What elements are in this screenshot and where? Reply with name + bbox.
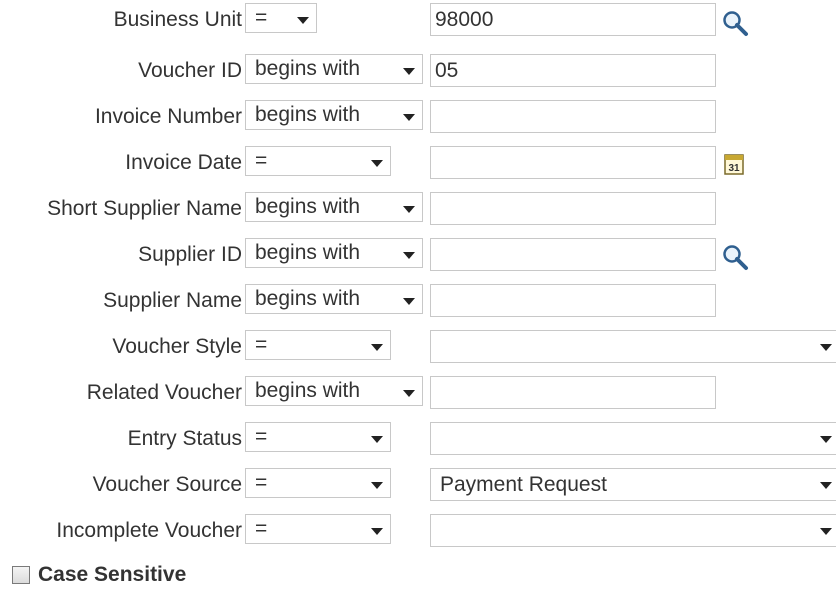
field-label: Incomplete Voucher: [56, 519, 242, 542]
supplier-id-input[interactable]: [430, 238, 716, 271]
search-row-short-supplier-name: Short Supplier Name begins with: [0, 192, 836, 226]
business-unit-input[interactable]: 98000: [430, 3, 716, 36]
operator-value: begins with: [255, 287, 361, 310]
operator-select[interactable]: =: [245, 514, 391, 544]
dropdown-arrow-icon: [820, 436, 832, 443]
invoice-number-input[interactable]: [430, 100, 716, 133]
dropdown-arrow-icon: [403, 114, 415, 121]
input-value: 98000: [435, 8, 494, 31]
search-row-supplier-name: Supplier Name begins with: [0, 284, 836, 318]
field-label: Invoice Number: [94, 105, 242, 128]
lookup-icon[interactable]: [720, 242, 750, 272]
operator-value: begins with: [255, 103, 361, 126]
operator-value: =: [255, 471, 268, 494]
select-value: Payment Request: [440, 473, 607, 496]
dropdown-arrow-icon: [371, 344, 383, 351]
dropdown-arrow-icon: [403, 68, 415, 75]
related-voucher-input[interactable]: [430, 376, 716, 409]
dropdown-arrow-icon: [371, 436, 383, 443]
dropdown-arrow-icon: [403, 252, 415, 259]
dropdown-arrow-icon: [371, 528, 383, 535]
calendar-day-text: 31: [728, 163, 740, 174]
invoice-date-input[interactable]: [430, 146, 716, 179]
search-row-incomplete-voucher: Incomplete Voucher =: [0, 514, 836, 548]
dropdown-arrow-icon: [371, 482, 383, 489]
lookup-icon[interactable]: [720, 8, 750, 38]
supplier-name-input[interactable]: [430, 284, 716, 317]
search-row-business-unit: Business Unit = 98000: [0, 3, 836, 37]
operator-value: begins with: [255, 379, 361, 402]
field-label: Voucher Style: [112, 335, 242, 358]
operator-value: =: [255, 425, 268, 448]
field-label: Related Voucher: [86, 381, 242, 404]
search-row-voucher-source: Voucher Source = Payment Request: [0, 468, 836, 502]
field-label: Supplier ID: [138, 243, 242, 266]
voucher-id-input[interactable]: 05: [430, 54, 716, 87]
dropdown-arrow-icon: [820, 482, 832, 489]
operator-value: begins with: [255, 241, 361, 264]
field-label: Business Unit: [113, 8, 242, 31]
dropdown-arrow-icon: [371, 160, 383, 167]
calendar-icon[interactable]: 31: [724, 152, 746, 176]
search-row-entry-status: Entry Status =: [0, 422, 836, 456]
input-value: 05: [435, 59, 459, 82]
search-row-invoice-date: Invoice Date = 31: [0, 146, 836, 180]
dropdown-arrow-icon: [403, 390, 415, 397]
voucher-source-select[interactable]: Payment Request: [430, 468, 836, 501]
operator-value: =: [255, 333, 268, 356]
search-row-invoice-number: Invoice Number begins with: [0, 100, 836, 134]
dropdown-arrow-icon: [820, 528, 832, 535]
operator-select[interactable]: begins with: [245, 100, 423, 130]
short-supplier-name-input[interactable]: [430, 192, 716, 225]
operator-select[interactable]: =: [245, 468, 391, 498]
search-row-voucher-id: Voucher ID begins with 05: [0, 54, 836, 88]
field-label: Voucher ID: [138, 59, 242, 82]
operator-select[interactable]: begins with: [245, 284, 423, 314]
dropdown-arrow-icon: [297, 17, 309, 24]
field-label: Voucher Source: [92, 473, 242, 496]
case-sensitive-label: Case Sensitive: [38, 563, 187, 586]
field-label: Entry Status: [127, 427, 242, 450]
operator-select[interactable]: =: [245, 330, 391, 360]
operator-value: =: [255, 517, 268, 540]
operator-select[interactable]: begins with: [245, 192, 423, 222]
dropdown-arrow-icon: [403, 206, 415, 213]
operator-select[interactable]: begins with: [245, 54, 423, 84]
incomplete-voucher-select[interactable]: [430, 514, 836, 547]
entry-status-select[interactable]: [430, 422, 836, 455]
search-row-related-voucher: Related Voucher begins with: [0, 376, 836, 410]
operator-value: =: [255, 6, 268, 29]
search-row-voucher-style: Voucher Style =: [0, 330, 836, 364]
operator-value: begins with: [255, 57, 361, 80]
voucher-style-select[interactable]: [430, 330, 836, 363]
field-label: Short Supplier Name: [47, 197, 242, 220]
operator-select[interactable]: =: [245, 3, 317, 33]
operator-select[interactable]: begins with: [245, 376, 423, 406]
operator-select[interactable]: begins with: [245, 238, 423, 268]
dropdown-arrow-icon: [403, 298, 415, 305]
field-label: Supplier Name: [103, 289, 242, 312]
dropdown-arrow-icon: [820, 344, 832, 351]
field-label: Invoice Date: [125, 151, 242, 174]
case-sensitive-checkbox[interactable]: [12, 566, 30, 584]
operator-value: =: [255, 149, 268, 172]
operator-select[interactable]: =: [245, 146, 391, 176]
search-row-supplier-id: Supplier ID begins with: [0, 238, 836, 272]
operator-value: begins with: [255, 195, 361, 218]
operator-select[interactable]: =: [245, 422, 391, 452]
